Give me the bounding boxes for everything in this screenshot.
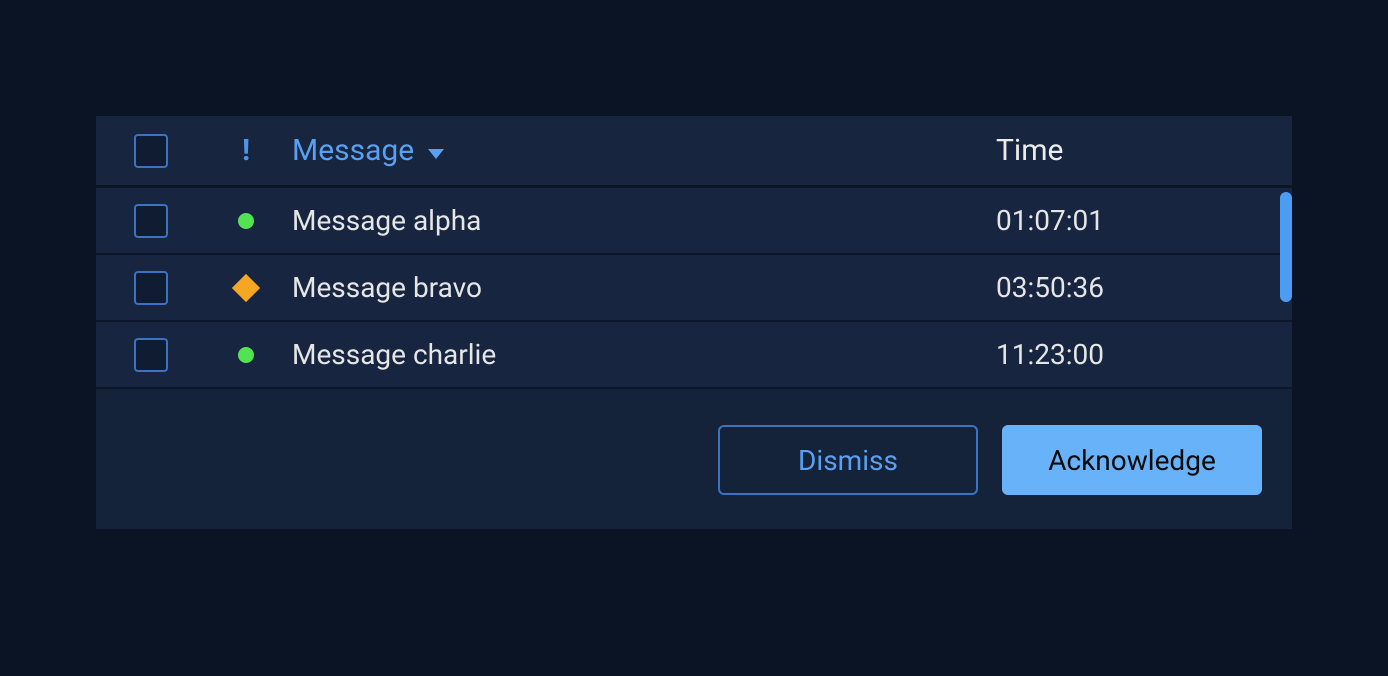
status-column-header-icon[interactable]: ! <box>242 133 250 168</box>
row-message: Message charlie <box>286 338 992 371</box>
row-time: 11:23:00 <box>992 338 1292 371</box>
sort-descending-icon <box>428 149 444 159</box>
select-all-checkbox[interactable] <box>134 134 168 168</box>
message-column-header[interactable]: Message <box>286 133 992 168</box>
row-checkbox[interactable] <box>134 338 168 372</box>
table-row[interactable]: Message alpha 01:07:01 <box>96 188 1292 255</box>
time-column-header[interactable]: Time <box>992 133 1292 168</box>
row-checkbox[interactable] <box>134 204 168 238</box>
notification-panel: ! Message Time Message alpha 01:07:01 Me… <box>96 116 1292 529</box>
acknowledge-button[interactable]: Acknowledge <box>1002 425 1262 495</box>
table-row[interactable]: Message charlie 11:23:00 <box>96 322 1292 389</box>
row-message: Message bravo <box>286 271 992 304</box>
table-header: ! Message Time <box>96 116 1292 188</box>
scrollbar-thumb[interactable] <box>1280 192 1292 302</box>
row-checkbox[interactable] <box>134 271 168 305</box>
scrollbar-track[interactable] <box>1278 188 1292 389</box>
row-time: 01:07:01 <box>992 204 1292 237</box>
table-row[interactable]: Message bravo 03:50:36 <box>96 255 1292 322</box>
row-message: Message alpha <box>286 204 992 237</box>
time-column-label: Time <box>996 133 1063 168</box>
status-warning-icon <box>232 273 260 301</box>
panel-footer: Dismiss Acknowledge <box>96 389 1292 529</box>
table-body: Message alpha 01:07:01 Message bravo 03:… <box>96 188 1292 389</box>
row-time: 03:50:36 <box>992 271 1292 304</box>
dismiss-button[interactable]: Dismiss <box>718 425 978 495</box>
message-column-label: Message <box>292 133 414 168</box>
status-ok-icon <box>238 347 254 363</box>
status-ok-icon <box>238 213 254 229</box>
